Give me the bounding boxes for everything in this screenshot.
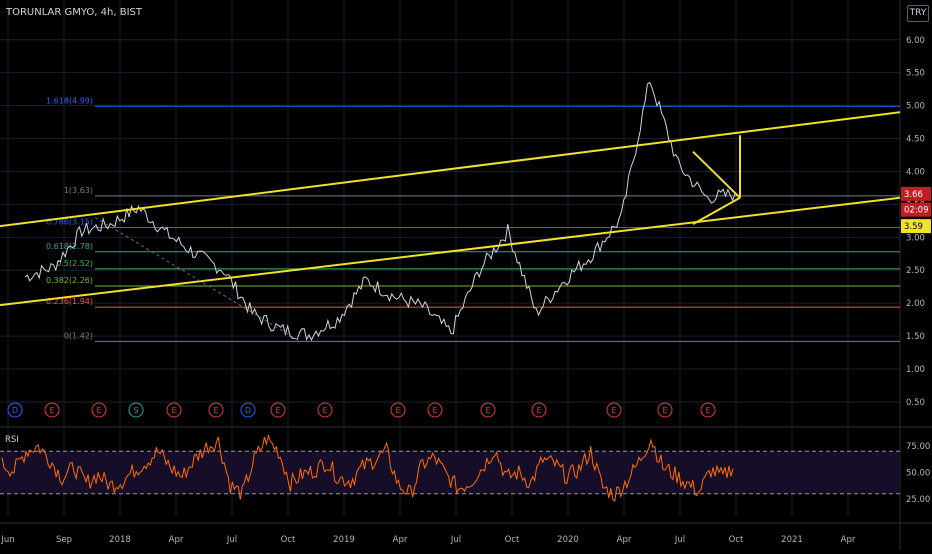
rsi-title: RSI <box>5 435 19 445</box>
fib-level-label: 0.382(2.26) <box>46 276 93 285</box>
x-tick-label: 2018 <box>109 535 131 545</box>
x-tick-label: 2020 <box>557 535 579 545</box>
chart-root[interactable]: 1.618(4.99) 1(3.63) 0.786(3.15) 0.618(2.78)… <box>0 0 932 550</box>
rsi-band-fill <box>0 451 900 494</box>
fib-level-label: 1.618(4.99) <box>46 96 93 105</box>
x-tick-label: Apr <box>617 535 632 545</box>
x-tick-label: Jul <box>674 535 685 545</box>
event-marker-label: E <box>213 406 218 415</box>
x-tick-label: Apr <box>169 535 184 545</box>
x-tick-label: Oct <box>505 535 520 545</box>
x-tick-label: Sep <box>56 535 72 545</box>
event-marker-label: E <box>322 406 327 415</box>
y-tick-label: 4.00 <box>906 167 925 177</box>
rsi-tick-label: 25.00 <box>906 495 930 505</box>
y-tick-label: 1.00 <box>906 365 925 375</box>
event-marker-label: E <box>171 406 176 415</box>
event-marker-label: D <box>12 406 18 415</box>
event-marker-label: E <box>432 406 437 415</box>
y-tick-label: 2.00 <box>906 299 925 309</box>
price-line <box>24 81 736 342</box>
currency-badge[interactable]: TRY <box>907 5 929 22</box>
fibonacci-levels[interactable]: 1.618(4.99)1(3.63)0.786(3.15)0.618(2.78)… <box>46 96 900 342</box>
event-markers[interactable]: DEESEEDEEEEEEEEE <box>7 402 716 418</box>
x-tick-label: Apr <box>841 535 856 545</box>
rsi-tick-label: 50.00 <box>906 469 930 479</box>
fib-level-label: 0.5(2.52) <box>56 259 93 268</box>
trend-line[interactable] <box>692 150 741 199</box>
price-series <box>24 81 736 342</box>
event-marker-label: S <box>133 406 138 415</box>
event-marker-label: E <box>662 406 667 415</box>
y-tick-label: 1.50 <box>906 332 925 342</box>
price-axis-label: 02:09 <box>904 206 929 216</box>
y-tick-label: 5.50 <box>906 69 925 79</box>
x-tick-label: 2021 <box>781 535 803 545</box>
fib-level-label: 1(3.63) <box>64 186 93 195</box>
y-tick-label: 6.00 <box>906 36 925 46</box>
event-marker-label: E <box>536 406 541 415</box>
x-tick-label: Oct <box>281 535 296 545</box>
projection-dashed-line[interactable] <box>94 217 301 342</box>
x-tick-label: 2019 <box>333 535 355 545</box>
rsi-pane: RSI <box>0 433 900 502</box>
event-marker-label: E <box>705 406 710 415</box>
x-tick-label: Jun <box>0 535 14 545</box>
chart-canvas[interactable]: 1.618(4.99)1(3.63)0.786(3.15)0.618(2.78)… <box>0 0 932 550</box>
y-tick-label: 0.50 <box>906 398 925 408</box>
fib-level-label: 0(1.42) <box>64 331 93 340</box>
event-marker-label: E <box>611 406 616 415</box>
event-marker-label: E <box>96 406 101 415</box>
x-tick-label: Jul <box>450 535 461 545</box>
event-marker-label: E <box>485 406 490 415</box>
x-tick-label: Apr <box>393 535 408 545</box>
symbol-title: TORUNLAR GMYO, 4h, BIST <box>6 7 142 18</box>
event-marker-label: E <box>49 406 54 415</box>
rsi-tick-label: 75.00 <box>906 442 930 452</box>
x-tick-label: Jul <box>226 535 237 545</box>
event-marker-label: E <box>275 406 280 415</box>
y-tick-label: 4.50 <box>906 135 925 145</box>
price-axis-label: 3.59 <box>904 222 923 232</box>
y-tick-label: 2.50 <box>906 266 925 276</box>
event-marker-label: E <box>395 406 400 415</box>
y-tick-label: 5.00 <box>906 102 925 112</box>
event-marker-label: D <box>245 406 251 415</box>
x-tick-label: Oct <box>729 535 744 545</box>
price-axis-label: 3.66 <box>904 190 923 200</box>
y-tick-label: 3.00 <box>906 233 925 243</box>
trend-line[interactable] <box>0 111 901 228</box>
